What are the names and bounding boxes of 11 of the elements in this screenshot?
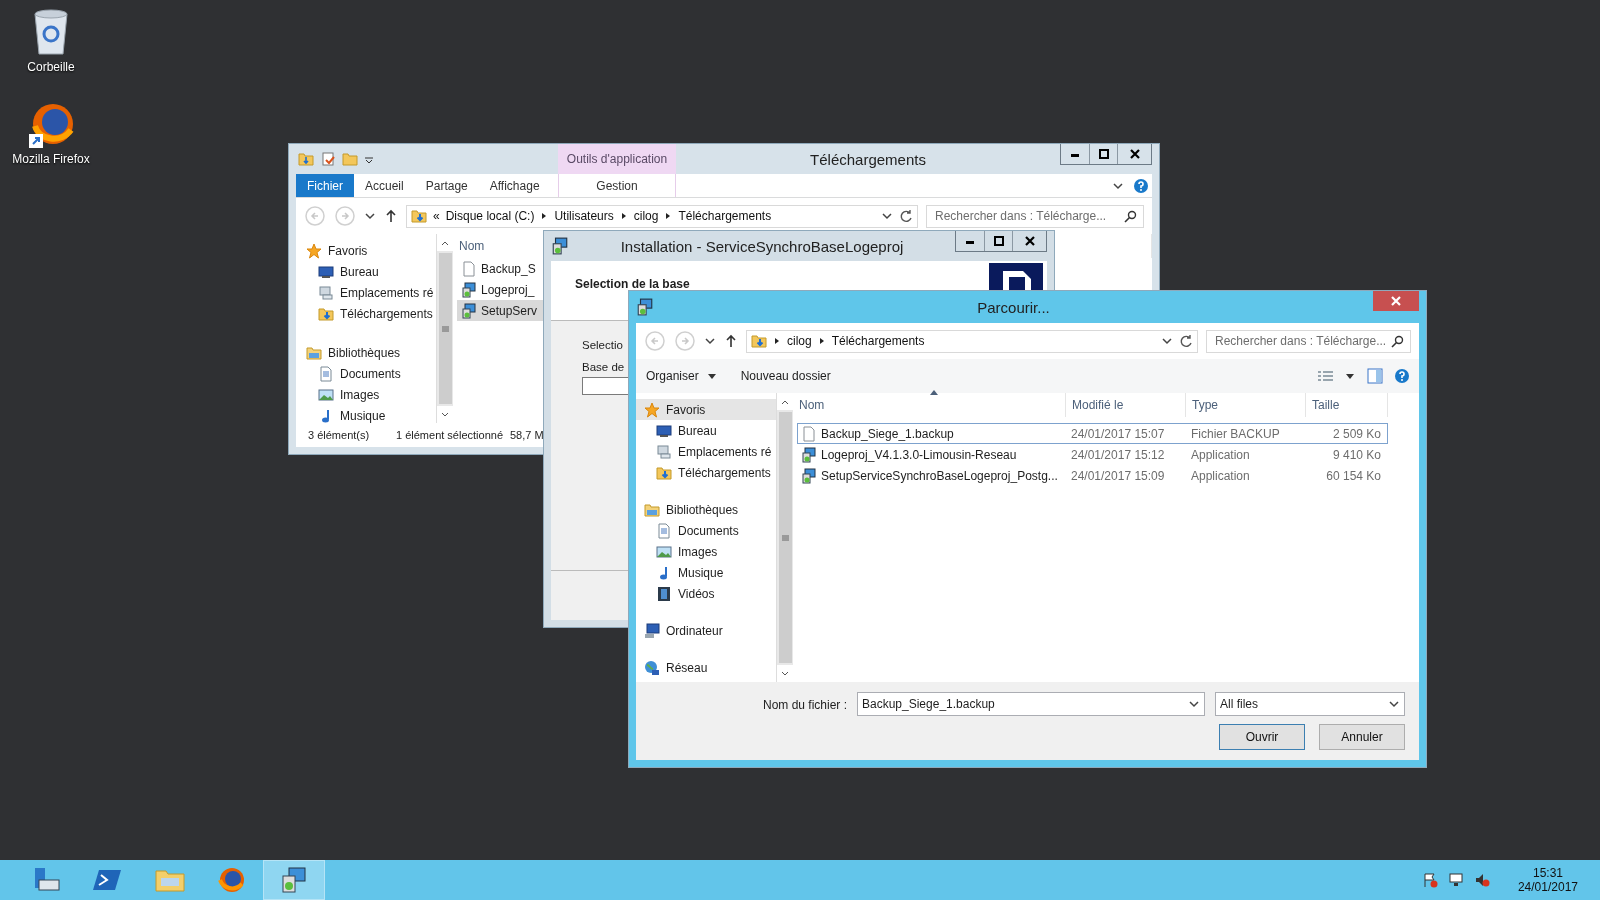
status-text: 58,7 M xyxy=(510,429,544,441)
field-label: Selectio xyxy=(582,339,623,351)
window-title: Parcourir... xyxy=(976,298,1051,316)
window-title: Téléchargements xyxy=(809,150,927,168)
context-tab-header: Outils d'application xyxy=(558,144,676,174)
status-text: 3 élément(s) xyxy=(308,429,370,441)
field-label: Base de xyxy=(582,361,625,373)
page-heading: Selection de la base xyxy=(575,277,690,291)
field-label: Nom du fichier : xyxy=(762,698,847,712)
window-title: Installation - ServiceSynchroBaseLogeproj xyxy=(619,237,905,255)
status-text: 1 élément sélectionné xyxy=(396,429,503,441)
